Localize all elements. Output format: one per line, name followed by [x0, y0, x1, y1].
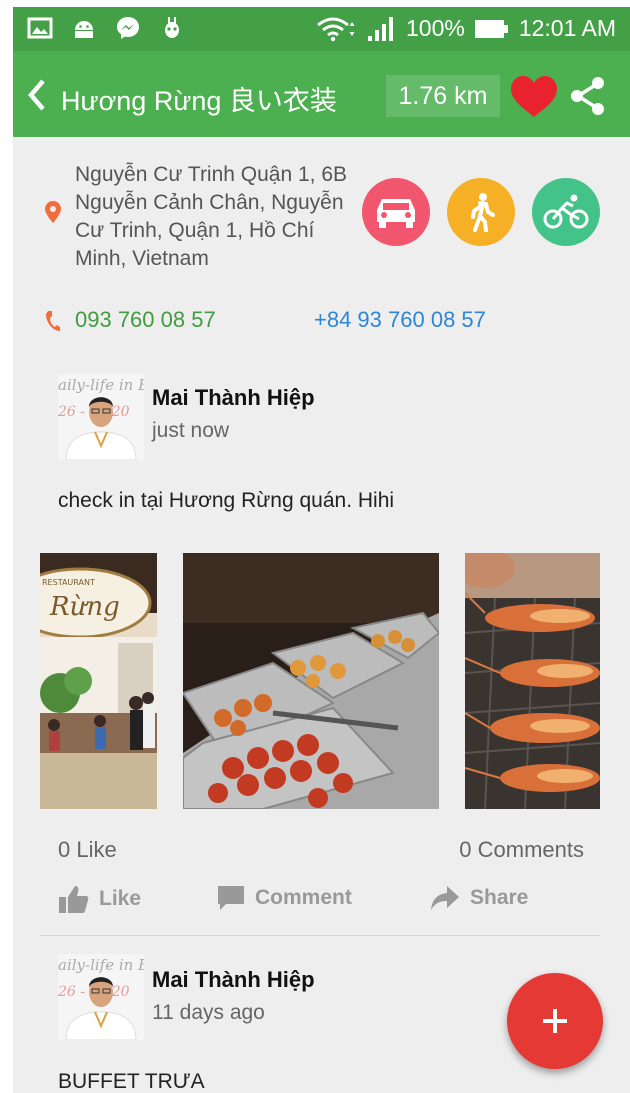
distance-badge: 1.76 km: [386, 75, 500, 117]
comment-button[interactable]: Comment: [217, 885, 352, 911]
post-text: check in tại Hương Rừng quán. Hihi: [58, 489, 395, 512]
comment-count[interactable]: 0 Comments: [459, 837, 584, 863]
app-bar: Hương Rừng 良い衣装 1.76 km: [13, 51, 630, 137]
post-photo-lobster[interactable]: [465, 553, 600, 809]
restaurant-photo-graphic: Rừng RESTAURANT: [40, 553, 157, 809]
thumbs-up-icon: [59, 886, 89, 913]
restaurant-sign-small-text: RESTAURANT: [42, 578, 95, 587]
avatar[interactable]: aily-life in B 26 - 03,20: [58, 954, 144, 1040]
battery-icon: [474, 19, 508, 38]
walk-icon: [471, 193, 495, 232]
status-indicators: 100% 12:01 AM: [316, 15, 616, 42]
buffet-photo-graphic: [183, 553, 439, 809]
bike-icon: [543, 194, 589, 229]
chevron-left-icon[interactable]: [23, 75, 51, 115]
like-button[interactable]: Like: [59, 885, 141, 913]
avatar-photo: [65, 397, 137, 460]
post-photo-carousel[interactable]: Rừng RESTAURANT: [40, 553, 630, 809]
battery-percent: 100%: [405, 15, 465, 41]
image-icon: [27, 17, 53, 39]
share-arrow-icon: [431, 886, 459, 910]
plus-icon: [543, 1009, 567, 1033]
share-icon[interactable]: [569, 76, 607, 116]
wifi-icon: [317, 17, 355, 41]
post-author[interactable]: Mai Thành Hiệp: [152, 385, 315, 411]
share-post-button[interactable]: Share: [430, 885, 528, 911]
phone-number-local-link[interactable]: 093 760 08 57: [75, 307, 216, 333]
post-divider: [40, 935, 600, 936]
clock: 12:01 AM: [518, 15, 616, 41]
post-photo-restaurant[interactable]: Rừng RESTAURANT: [40, 553, 157, 809]
android-icon: [75, 21, 93, 38]
like-count: 0 Like: [58, 837, 117, 862]
add-post-button[interactable]: [507, 973, 603, 1069]
page-title: Hương Rừng 良い衣装: [61, 86, 337, 116]
bug-icon: [165, 17, 179, 38]
app-screen: 100% 12:01 AM Hương Rừng 良い衣装 1.76 km Ng…: [13, 7, 630, 1093]
status-bar: 100% 12:01 AM: [13, 7, 630, 51]
comment-label: Comment: [255, 886, 352, 909]
post-text: BUFFET TRƯA: [58, 1070, 205, 1093]
bike-directions-button[interactable]: [532, 178, 600, 246]
location-pin-icon: [45, 201, 61, 223]
status-notifications: [27, 15, 185, 41]
address-text: Nguyễn Cư Trinh Quận 1, 6B Nguyễn Cảnh C…: [75, 163, 348, 270]
restaurant-sign-text: Rừng: [49, 592, 120, 622]
messenger-icon: [117, 17, 139, 39]
like-label: Like: [99, 887, 142, 910]
phone-icon: [46, 311, 60, 331]
drive-directions-button[interactable]: [362, 178, 430, 246]
share-label: Share: [470, 886, 529, 909]
post-time: 11 days ago: [152, 1001, 265, 1024]
signal-icon: [367, 16, 393, 41]
post-author[interactable]: Mai Thành Hiệp: [152, 967, 315, 993]
walk-directions-button[interactable]: [447, 178, 515, 246]
post-photo-buffet[interactable]: [183, 553, 439, 809]
heart-icon[interactable]: [509, 75, 559, 119]
avatar[interactable]: aily-life in B 26 - 03,20: [58, 374, 144, 460]
car-icon: [377, 199, 415, 228]
lobster-photo-graphic: [465, 553, 600, 809]
phone-number-intl-link[interactable]: +84 93 760 08 57: [314, 307, 486, 333]
avatar-photo: [65, 977, 137, 1040]
post-time: just now: [152, 419, 230, 442]
comment-icon: [218, 886, 244, 910]
